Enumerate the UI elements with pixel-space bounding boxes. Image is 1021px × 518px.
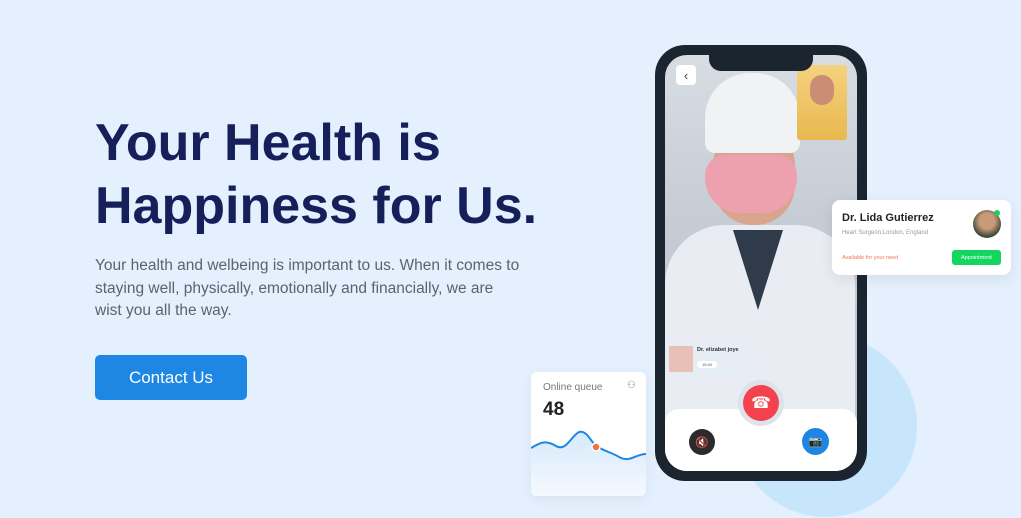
caller-name: Dr. elizabet joye (697, 347, 739, 353)
video-call-screen: ‹ Dr. elizabet joye 15:40 🔇 📷 ☎ (665, 55, 857, 471)
doctor-card: Dr. Lida Gutierrez Heart Surgeon,London,… (832, 200, 1011, 275)
camera-icon[interactable]: 📷 (802, 428, 829, 455)
online-status-dot (994, 210, 1000, 216)
doctor-cap (705, 73, 800, 153)
availability-text: Available for your need (842, 255, 899, 261)
end-call-button[interactable]: ☎ (743, 385, 779, 421)
sparkline-marker (591, 442, 601, 452)
doctor-name: Dr. Lida Gutierrez (842, 212, 934, 224)
back-icon[interactable]: ‹ (676, 65, 696, 85)
self-face (810, 75, 834, 105)
call-time: 15:40 (697, 361, 718, 368)
queue-value: 48 (543, 399, 565, 420)
doctor-mask (705, 155, 797, 213)
title-line-1: Your Health is (95, 114, 441, 172)
hero-title: Your Health is Happiness for Us. (95, 112, 575, 238)
self-view-video (797, 65, 847, 140)
queue-sparkline (531, 430, 646, 496)
doctor-subtitle: Heart Surgeon,London, England (842, 230, 929, 236)
hero-description: Your health and welbeing is important to… (95, 257, 520, 319)
online-queue-card: Online queue ⚇ 48 (531, 372, 646, 496)
mute-icon[interactable]: 🔇 (689, 429, 715, 455)
phone-notch (709, 55, 813, 71)
appointment-button[interactable]: Appointment (952, 250, 1001, 265)
queue-label: Online queue (543, 382, 603, 393)
sparkline-area (531, 431, 646, 496)
users-icon: ⚇ (627, 380, 636, 391)
caller-avatar (669, 346, 693, 372)
contact-us-button[interactable]: Contact Us (95, 355, 247, 400)
title-line-2: Happiness for Us. (95, 177, 538, 235)
caller-chip: Dr. elizabet joye 15:40 (667, 343, 755, 375)
